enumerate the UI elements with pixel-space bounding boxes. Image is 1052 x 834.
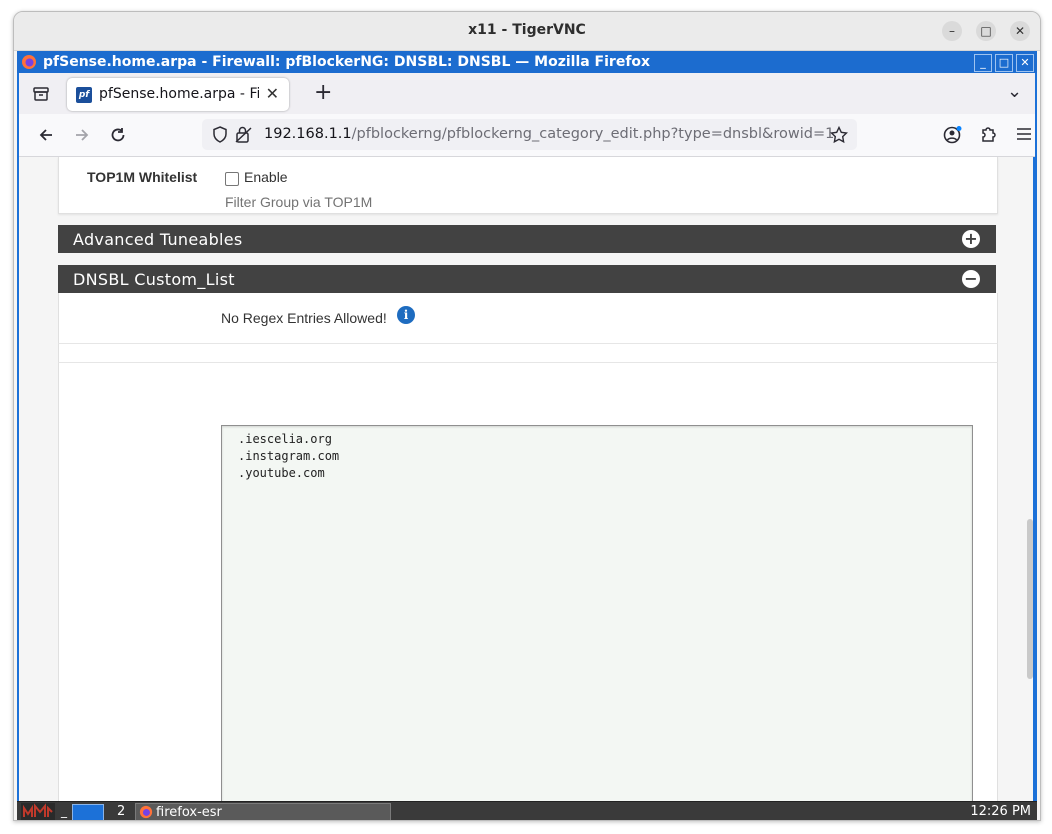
extensions-puzzle-icon[interactable] bbox=[980, 125, 998, 143]
bookmark-star-icon[interactable] bbox=[830, 126, 848, 144]
url-text[interactable]: 192.168.1.1/pfblockerng/pfblockerng_cate… bbox=[264, 126, 834, 142]
insecure-lock-icon[interactable] bbox=[235, 126, 253, 143]
pfsense-favicon-icon: pf bbox=[76, 87, 92, 103]
workspace-1-pager[interactable] bbox=[72, 804, 104, 820]
jwm-logo-icon[interactable] bbox=[21, 803, 55, 820]
vnc-titlebar[interactable]: x11 - TigerVNC – □ ✕ bbox=[14, 12, 1040, 51]
top1m-enable-checkbox[interactable] bbox=[225, 172, 239, 186]
separator-row bbox=[58, 344, 998, 363]
firefox-logo-icon bbox=[22, 55, 36, 69]
vnc-window: x11 - TigerVNC – □ ✕ pfSense.home.arpa -… bbox=[13, 11, 1041, 821]
top1m-help-text: Filter Group via TOP1M bbox=[225, 194, 373, 210]
window-minimize-button[interactable]: _ bbox=[974, 54, 992, 72]
top1m-label: TOP1M Whitelist bbox=[87, 169, 198, 185]
vnc-minimize-button[interactable]: – bbox=[942, 21, 962, 41]
no-regex-notice: No Regex Entries Allowed! bbox=[221, 310, 387, 326]
firefox-window-title: pfSense.home.arpa - Firewall: pfBlockerN… bbox=[43, 54, 651, 70]
dnsbl-custom-list-header[interactable]: DNSBL Custom_List − bbox=[58, 265, 996, 293]
firefox-view-icon[interactable] bbox=[32, 85, 50, 103]
firefox-taskbar-icon bbox=[139, 805, 153, 819]
vnc-maximize-button[interactable]: □ bbox=[976, 21, 996, 41]
back-arrow-icon[interactable] bbox=[35, 126, 57, 144]
page-scrollbar[interactable] bbox=[1027, 519, 1033, 679]
info-icon[interactable]: i bbox=[397, 306, 415, 324]
show-desktop-button[interactable]: _ bbox=[61, 802, 67, 820]
tab-pfsense[interactable]: pf pfSense.home.arpa - Fire ✕ bbox=[67, 78, 289, 111]
navigation-toolbar: 192.168.1.1/pfblockerng/pfblockerng_cate… bbox=[19, 114, 1035, 157]
taskbar-clock: 12:26 PM bbox=[970, 804, 1031, 819]
tab-bar: pf pfSense.home.arpa - Fire ✕ + ⌄ bbox=[19, 73, 1035, 114]
tab-close-icon[interactable]: ✕ bbox=[266, 84, 279, 103]
vnc-close-button[interactable]: ✕ bbox=[1010, 21, 1030, 41]
vnc-title: x11 - TigerVNC bbox=[468, 22, 586, 38]
list-all-tabs-icon[interactable]: ⌄ bbox=[1007, 81, 1022, 102]
window-close-button[interactable]: ✕ bbox=[1016, 54, 1034, 72]
url-bar[interactable]: 192.168.1.1/pfblockerng/pfblockerng_cate… bbox=[202, 119, 857, 150]
account-icon[interactable] bbox=[943, 125, 963, 145]
advanced-tuneables-title: Advanced Tuneables bbox=[73, 230, 243, 249]
expand-plus-icon[interactable]: + bbox=[962, 230, 980, 248]
page-content: TOP1M Whitelist Enable Filter Group via … bbox=[19, 157, 1033, 801]
dnsbl-custom-list-title: DNSBL Custom_List bbox=[73, 270, 235, 289]
url-host: 192.168.1.1 bbox=[264, 126, 352, 142]
remote-desktop: pfSense.home.arpa - Firewall: pfBlockerN… bbox=[17, 51, 1037, 820]
forward-arrow-icon[interactable] bbox=[71, 126, 93, 144]
taskbar-firefox-item[interactable]: firefox-esr bbox=[135, 803, 391, 820]
collapse-minus-icon[interactable]: − bbox=[962, 270, 980, 288]
notice-row: No Regex Entries Allowed! i bbox=[58, 293, 998, 344]
url-path: /pfblockerng/pfblockerng_category_edit.p… bbox=[351, 126, 835, 142]
taskbar: _ 2 firefox-esr 12:26 PM bbox=[17, 801, 1037, 820]
taskbar-firefox-label: firefox-esr bbox=[156, 805, 222, 820]
window-maximize-button[interactable]: □ bbox=[995, 54, 1013, 72]
shield-icon[interactable] bbox=[212, 126, 228, 143]
tab-label: pfSense.home.arpa - Fire bbox=[99, 86, 259, 102]
hamburger-menu-icon[interactable] bbox=[1016, 126, 1032, 142]
new-tab-button[interactable]: + bbox=[314, 80, 332, 105]
custom-list-textarea[interactable]: .iescelia.org .instagram.com .youtube.co… bbox=[221, 425, 973, 801]
firefox-window-titlebar[interactable]: pfSense.home.arpa - Firewall: pfBlockerN… bbox=[17, 51, 1037, 73]
reload-icon[interactable] bbox=[107, 126, 129, 144]
top1m-enable-label[interactable]: Enable bbox=[244, 169, 288, 185]
workspace-2-label[interactable]: 2 bbox=[117, 802, 125, 820]
advanced-tuneables-header[interactable]: Advanced Tuneables + bbox=[58, 225, 996, 253]
top1m-panel: TOP1M Whitelist Enable Filter Group via … bbox=[58, 157, 998, 214]
